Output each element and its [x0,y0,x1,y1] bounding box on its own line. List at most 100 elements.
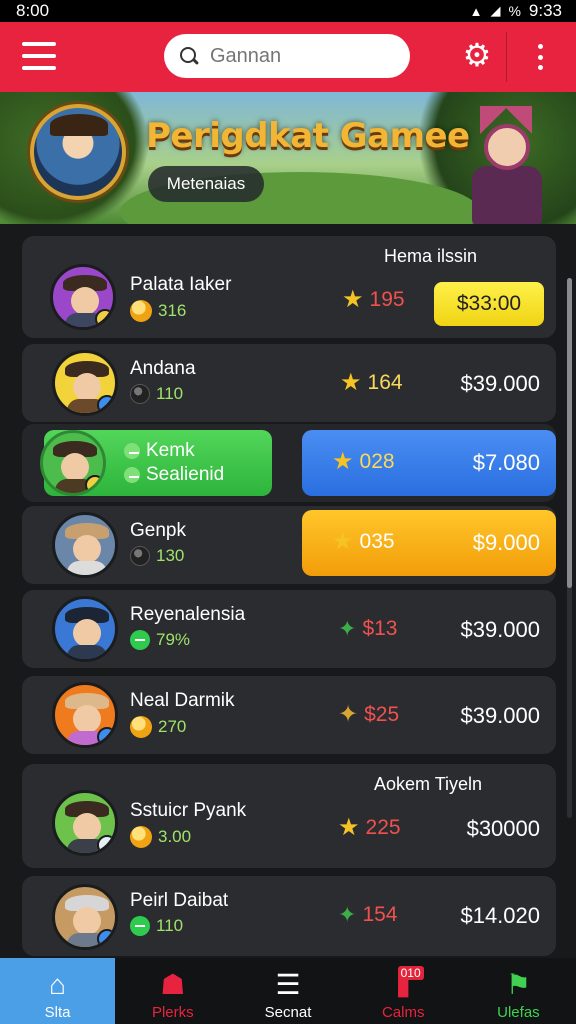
player-stat: ★ 225 [338,816,401,840]
list-item[interactable]: Neal Darmik 270 ✦ $25 $39.000 [22,676,556,754]
nav-label: Plerks [151,1004,194,1021]
store-icon: ☗ [160,969,186,1000]
coin-icon [130,826,152,848]
avatar [52,682,118,748]
medal-icon: ✦ [338,701,359,728]
banner-hero-avatar [30,104,126,200]
player-sub: 270 [130,716,186,738]
list-item[interactable]: Hema ilssin Palata Iaker 316 ★ 195 $33:0… [22,236,556,338]
wifi-icon: ▲ [469,3,483,19]
star-icon: ★ [342,286,364,313]
notification-badge: 010 [397,966,424,980]
player-price: $39.000 [460,371,540,396]
player-stat-value: 225 [365,816,401,839]
player-stat-value: 035 [359,530,395,553]
player-sub-value: 110 [156,916,184,935]
player-sub-value: 3.00 [158,827,192,846]
list-item[interactable]: Peirl Daibat 110 ✦ 154 $14.020 [22,876,556,956]
more-vertical-icon[interactable] [530,40,550,74]
stack-icon: ☰ [275,969,301,1000]
star-icon: ★ [338,814,360,841]
player-name: Genpk [130,520,186,541]
player-stat: ★ 164 [340,371,403,395]
star-icon: ★ [332,528,354,555]
avatar [52,350,118,416]
scrollbar-thumb[interactable] [567,278,572,588]
player-sub: 79% [130,630,190,650]
player-sub-value: 316 [158,301,187,320]
orb-icon [130,546,150,566]
flag-icon: ⚑ [505,969,531,1000]
star-icon: ★ [340,369,362,396]
nav-label: Secnat [264,1004,312,1021]
nav-item-home[interactable]: ⌂ Slta [0,958,116,1024]
player-sub: 3.00 [130,826,191,848]
game-banner[interactable]: Perigdkat Gamee Metenaias [0,92,576,224]
player-stat: ✦ $13 [338,617,397,641]
leaf-icon: ✦ [338,902,357,927]
player-stat-value: $25 [364,703,400,726]
player-price: $30000 [466,816,540,841]
search-input[interactable] [210,44,400,68]
player-stat: ★ 195 [342,288,405,312]
highlight-price-button[interactable]: ★ 028 $7.080 [302,430,556,496]
app-screen: 8:00 ▲ ◢ % 9:33 ⚙ Perigdkat Gamee Metena… [0,0,576,1024]
search-box[interactable] [164,34,410,78]
status-time-left: 8:00 [16,1,50,20]
green-dot-icon [130,630,150,650]
player-price: $9.000 [472,530,540,555]
player-stat: ✦ 154 [338,903,397,927]
player-sub: 110 [130,384,183,404]
coin-icon [130,716,152,738]
player-stat-value: $13 [362,617,398,640]
signal-icon: ◢ [490,3,501,18]
player-sub: Sealienid [124,464,224,486]
player-sub-value: 130 [156,546,185,565]
bottom-navigation: ⌂ Slta ☗ Plerks ☰ Secnat ▮ 010 Calms ⚑ U… [0,958,576,1024]
player-name: Reyenalensia [130,604,246,625]
player-name: Peirl Daibat [130,890,229,911]
player-sub-value: Sealienid [146,464,225,485]
green-dot-icon [130,916,150,936]
avatar [52,596,118,662]
player-name: Andana [130,358,196,379]
top-bar-divider [506,32,507,82]
card-header: Hema ilssin [384,246,478,266]
player-sub: 130 [130,546,184,566]
player-stat-value: 028 [359,450,395,473]
player-name-row: Kemk [124,440,195,462]
orb-icon [130,384,150,404]
list-item[interactable]: Andana 110 ★ 164 $39.000 [22,344,556,422]
highlight-player-button[interactable]: Kemk Sealienid [40,430,272,496]
price-button[interactable]: $33:00 [434,282,544,326]
avatar [52,884,118,950]
battery-icon: % [508,3,521,19]
avatar [40,430,106,496]
highlight-price-button[interactable]: ★ 035 $9.000 [302,510,556,576]
card-header: Aokem Tiyeln [374,774,483,794]
player-sub: 316 [130,300,186,322]
banner-title: Perigdkat Gamee [146,116,470,156]
check-dot-icon [124,443,140,459]
nav-item-flag[interactable]: ⚑ Ulefas [461,958,576,1024]
avatar [52,512,118,578]
player-price: $14.020 [460,903,540,928]
list-item[interactable]: Aokem Tiyeln Sstuicr Pyank 3.00 ★ 225 $3… [22,764,556,868]
player-name: Sstuicr Pyank [130,800,247,821]
player-stat: ✦ $25 [338,703,399,727]
banner-fox-character [458,106,554,224]
player-stat: ★ 035 [332,530,395,554]
nav-item-store[interactable]: ☗ Plerks [115,958,230,1024]
nav-item-tag[interactable]: ▮ 010 Calms [346,958,461,1024]
player-sub-value: 79% [156,630,191,649]
orb-icon [124,467,140,483]
gear-icon[interactable]: ⚙ [460,38,494,72]
nav-item-stack[interactable]: ☰ Secnat [230,958,345,1024]
list-item[interactable]: Reyenalensia 79% ✦ $13 $39.000 [22,590,556,668]
home-icon: ⌂ [49,969,67,1000]
player-name: Neal Darmik [130,690,235,711]
top-app-bar: ⚙ [0,22,576,92]
player-stat-value: 164 [367,371,403,394]
hamburger-menu-icon[interactable] [22,42,56,70]
banner-chip[interactable]: Metenaias [148,166,264,202]
